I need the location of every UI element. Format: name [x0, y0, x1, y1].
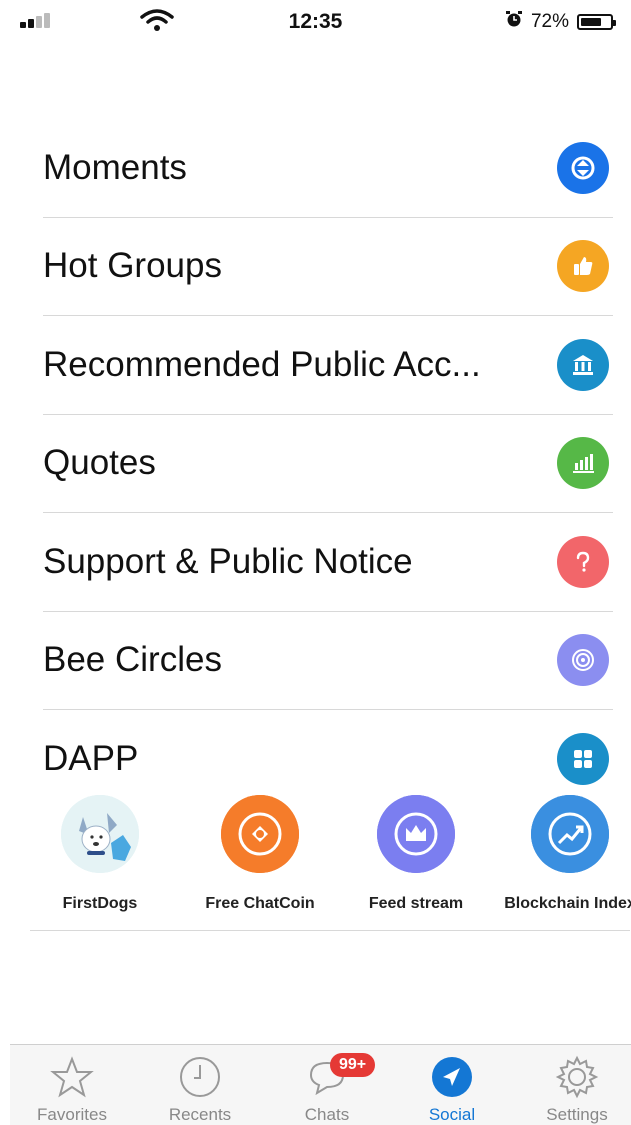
tab-label: Social [428, 1105, 476, 1124]
trend-icon [531, 795, 609, 873]
thumbs-up-icon [557, 240, 609, 293]
target-icon [557, 634, 609, 687]
menu-item-label: Support & Public Notice [43, 541, 413, 581]
star-icon [50, 1056, 94, 1098]
tab-favorites[interactable]: Favorites [17, 1055, 127, 1125]
alarm-icon [505, 10, 523, 34]
question-icon [557, 535, 609, 588]
battery-icon [577, 14, 616, 30]
menu-item-label: DAPP [43, 738, 139, 778]
dapp-blockchain-index[interactable]: Blockchain Index [495, 795, 631, 913]
clock-icon [180, 1057, 220, 1097]
menu-item-moments[interactable]: Moments [43, 119, 613, 218]
dapp-free-chatcoin[interactable]: Free ChatCoin [185, 795, 335, 913]
tab-label: Favorites [37, 1105, 107, 1124]
status-bar: 12:35 72% [0, 0, 631, 44]
menu-item-quotes[interactable]: Quotes [43, 415, 613, 513]
coin-icon [221, 795, 299, 873]
dapp-grid: FirstDogs Free ChatCoin Feed stream Bloc… [30, 795, 631, 931]
grid-icon [557, 732, 609, 785]
menu-item-label: Moments [43, 147, 187, 187]
menu-item-label: Bee Circles [43, 640, 222, 680]
compass-icon [432, 1057, 472, 1097]
tab-settings[interactable]: Settings [522, 1055, 631, 1125]
tab-recents[interactable]: Recents [145, 1055, 255, 1125]
menu-item-label: Recommended Public Acc... [43, 344, 481, 384]
menu-item-hot-groups[interactable]: Hot Groups [43, 218, 613, 316]
tab-bar: Favorites Recents 99+ Chats Social Setti… [10, 1044, 631, 1125]
tab-label: Recents [168, 1105, 232, 1124]
battery-fill [581, 18, 601, 26]
tab-label: Settings [546, 1105, 608, 1124]
menu-item-label: Quotes [43, 443, 156, 483]
dog-icon [61, 795, 139, 873]
tab-social[interactable]: Social [397, 1055, 507, 1125]
menu-item-label: Hot Groups [43, 246, 222, 286]
dapp-label: Blockchain Index [504, 895, 631, 912]
dapp-feed-stream[interactable]: Feed stream [341, 795, 491, 913]
dapp-label: Free ChatCoin [205, 895, 315, 912]
gear-icon [555, 1055, 599, 1099]
tab-chats[interactable]: 99+ Chats [272, 1053, 382, 1125]
dapp-label: Feed stream [368, 895, 464, 912]
crown-icon [377, 795, 455, 873]
bar-chart-icon [557, 437, 609, 490]
menu-item-support-public-notice[interactable]: Support & Public Notice [43, 513, 613, 612]
menu-item-dapp[interactable]: DAPP [43, 710, 613, 808]
dapp-label: FirstDogs [62, 895, 138, 912]
social-menu: Moments Hot Groups Recommended Public Ac… [43, 119, 613, 808]
menu-item-bee-circles[interactable]: Bee Circles [43, 612, 613, 710]
chats-badge: 99+ [330, 1053, 376, 1077]
battery-percent: 72% [530, 11, 569, 32]
bank-icon [557, 338, 609, 391]
menu-item-recommended-public-accounts[interactable]: Recommended Public Acc... [43, 316, 613, 415]
dapp-firstdogs[interactable]: FirstDogs [25, 795, 175, 913]
moments-icon [557, 141, 609, 194]
tab-label: Chats [304, 1105, 350, 1124]
